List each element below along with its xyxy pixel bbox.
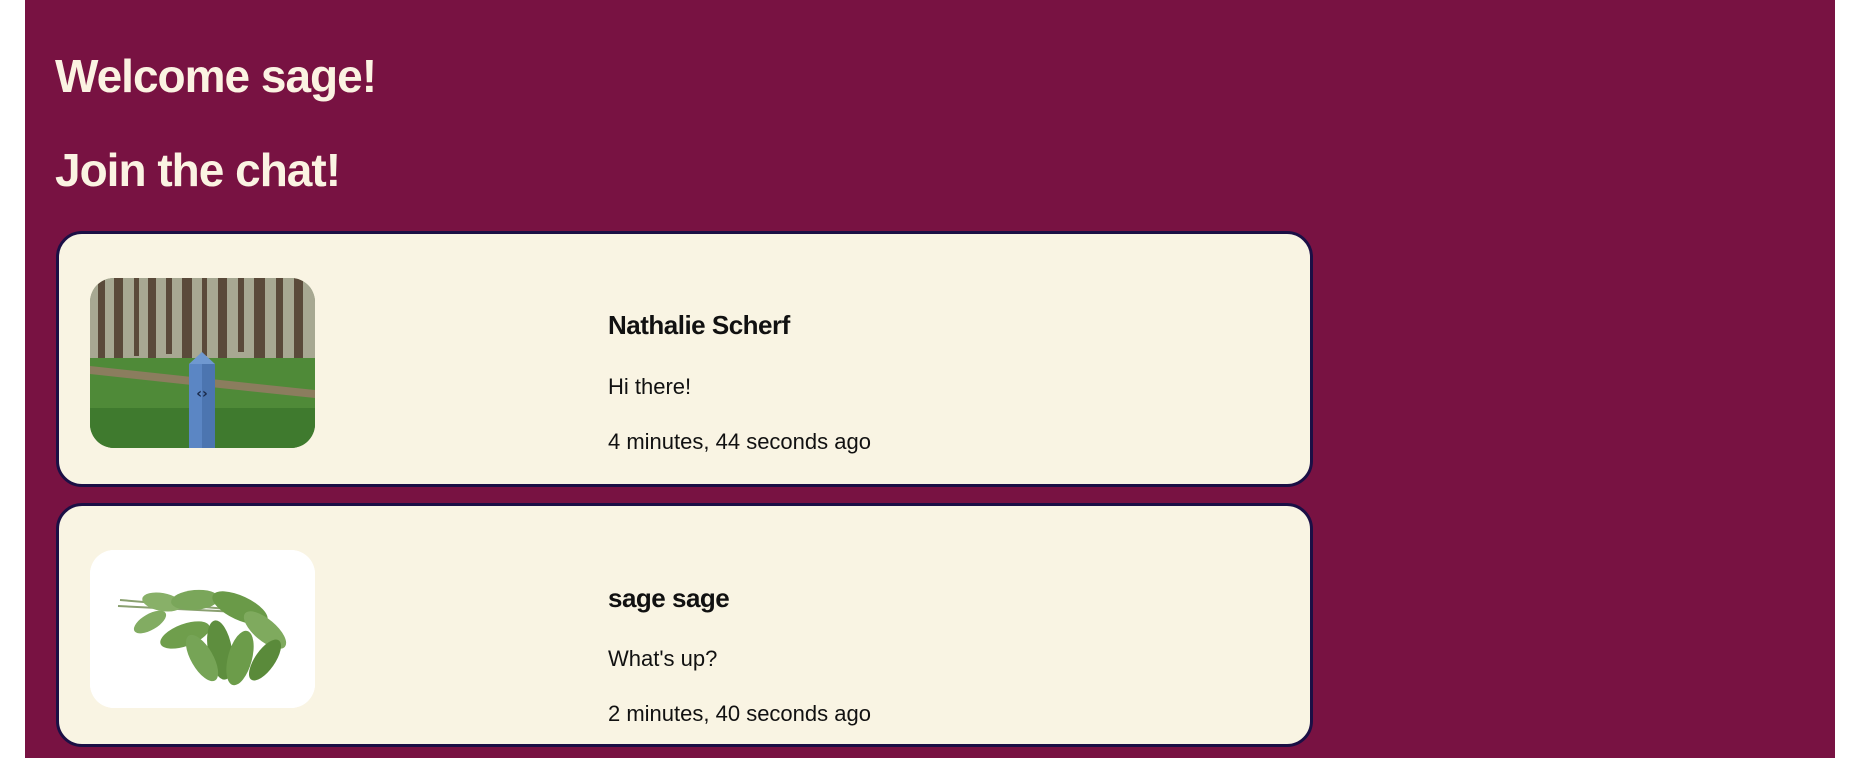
chat-page: Welcome sage! Join the chat! ‹› Nathalie… (25, 0, 1835, 758)
message-card: sage sage What's up? 2 minutes, 40 secon… (56, 503, 1313, 747)
welcome-heading: Welcome sage! (55, 50, 377, 102)
message-timestamp: 2 minutes, 40 seconds ago (608, 701, 871, 726)
avatar: ‹› (90, 278, 315, 448)
sage-leaves-image (90, 550, 315, 708)
forest-signpost-image: ‹› (90, 278, 315, 448)
message-author: Nathalie Scherf (608, 310, 790, 340)
message-text: Hi there! (608, 374, 692, 399)
avatar (90, 550, 315, 708)
svg-text:‹›: ‹› (196, 386, 208, 402)
message-card: ‹› Nathalie Scherf Hi there! 4 minutes, … (56, 231, 1313, 487)
message-timestamp: 4 minutes, 44 seconds ago (608, 429, 871, 454)
join-chat-heading: Join the chat! (55, 144, 341, 196)
message-text: What's up? (608, 646, 718, 671)
message-author: sage sage (608, 583, 730, 613)
